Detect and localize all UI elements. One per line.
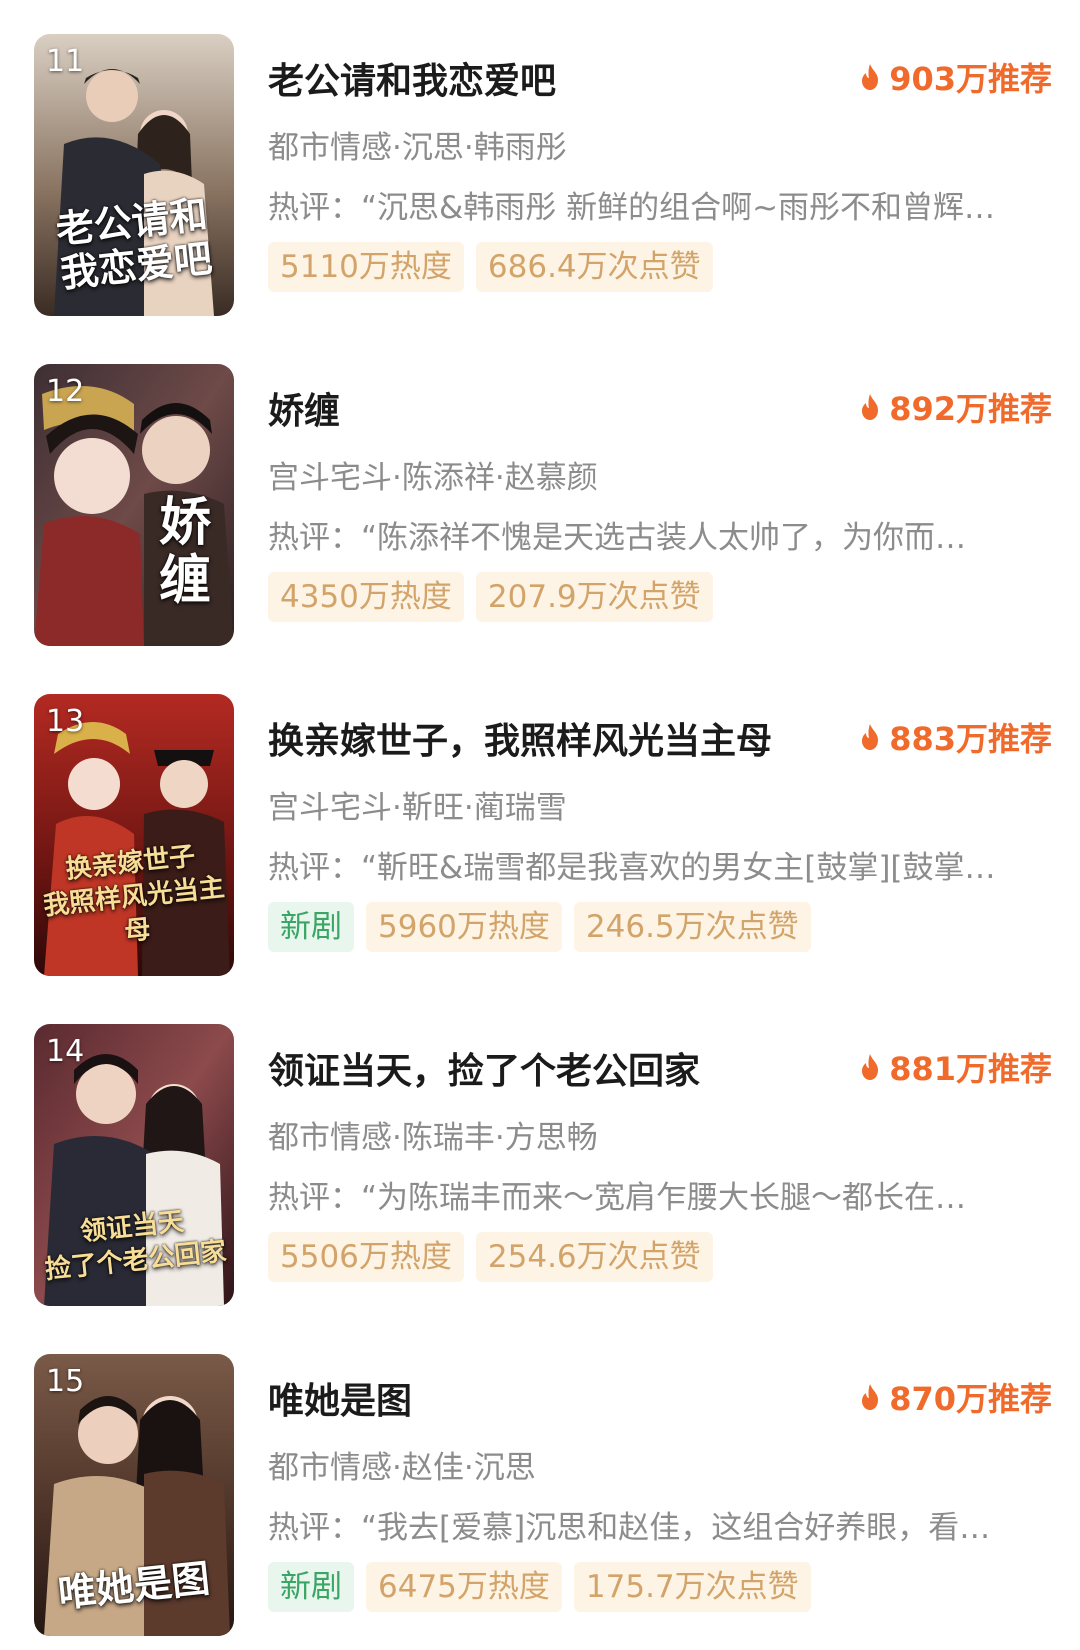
fire-icon: [862, 64, 879, 90]
poster-title-art: 换亲嫁世子 我照样风光当主母: [41, 841, 227, 948]
tag-row: 新剧 6475万热度 175.7万次点赞: [268, 1562, 811, 1612]
heat-badge: 5960万热度: [366, 902, 562, 952]
recommend-label: 883万推荐: [889, 720, 1052, 758]
rank-number: 13: [46, 704, 85, 739]
rank-number: 11: [46, 44, 85, 79]
likes-badge: 175.7万次点赞: [573, 1562, 811, 1612]
fire-icon: [862, 1384, 879, 1410]
rank-number: 15: [46, 1364, 85, 1399]
fire-icon: [862, 1054, 879, 1080]
hot-comment: 热评：“我去[爱慕]沉思和赵佳，这组合好养眼，看…: [268, 1510, 991, 1546]
list-item[interactable]: 12 娇 缠 娇缠 892万推荐 宫斗宅斗·陈添祥·赵慕颜 热评：“陈添祥不愧是…: [0, 360, 1080, 660]
tag-row: 5506万热度 254.6万次点赞: [268, 1232, 713, 1282]
list-item[interactable]: 13 换亲嫁世子 我照样风光当主母 换亲嫁世子，我照样风光当主母 883万推荐 …: [0, 690, 1080, 990]
genre-cast: 宫斗宅斗·靳旺·蔺瑞雪: [268, 790, 567, 826]
genre-cast: 都市情感·陈瑞丰·方思畅: [268, 1120, 598, 1156]
tag-row: 新剧 5960万热度 246.5万次点赞: [268, 902, 811, 952]
drama-title[interactable]: 娇缠: [268, 382, 340, 434]
recommend-count: 892万推荐: [859, 384, 1052, 430]
recommend-count: 883万推荐: [859, 714, 1052, 760]
likes-badge: 254.6万次点赞: [475, 1232, 713, 1282]
drama-ranking-list: 11 老公请和 我恋爱吧 老公请和我恋爱吧 903万推荐 都市情感·沉思·韩雨彤…: [0, 0, 1080, 1644]
rank-number: 12: [46, 374, 85, 409]
likes-badge: 207.9万次点赞: [475, 572, 713, 622]
genre-cast: 都市情感·沉思·韩雨彤: [268, 130, 567, 166]
recommend-label: 892万推荐: [889, 390, 1052, 428]
likes-badge: 686.4万次点赞: [475, 242, 713, 292]
recommend-count: 870万推荐: [859, 1374, 1052, 1420]
drama-title[interactable]: 老公请和我恋爱吧: [268, 52, 556, 104]
recommend-label: 903万推荐: [889, 60, 1052, 98]
hot-comment: 热评：“陈添祥不愧是天选古装人太帅了，为你而…: [268, 520, 967, 556]
list-item[interactable]: 14 领证当天 捡了个老公回家 领证当天，捡了个老公回家 881万推荐 都市情感…: [0, 1020, 1080, 1320]
genre-cast: 宫斗宅斗·陈添祥·赵慕颜: [268, 460, 598, 496]
recommend-label: 881万推荐: [889, 1050, 1052, 1088]
likes-badge: 246.5万次点赞: [573, 902, 811, 952]
poster-thumbnail[interactable]: 11 老公请和 我恋爱吧: [34, 34, 234, 316]
tag-row: 5110万热度 686.4万次点赞: [268, 242, 713, 292]
drama-title[interactable]: 唯她是图: [268, 1372, 412, 1424]
genre-cast: 都市情感·赵佳·沉思: [268, 1450, 536, 1486]
drama-title[interactable]: 换亲嫁世子，我照样风光当主母: [268, 712, 772, 764]
poster-thumbnail[interactable]: 14 领证当天 捡了个老公回家: [34, 1024, 234, 1306]
list-item[interactable]: 11 老公请和 我恋爱吧 老公请和我恋爱吧 903万推荐 都市情感·沉思·韩雨彤…: [0, 30, 1080, 330]
poster-thumbnail[interactable]: 15 唯她是图: [34, 1354, 234, 1636]
poster-thumbnail[interactable]: 13 换亲嫁世子 我照样风光当主母: [34, 694, 234, 976]
recommend-count: 881万推荐: [859, 1044, 1052, 1090]
poster-thumbnail[interactable]: 12 娇 缠: [34, 364, 234, 646]
rank-number: 14: [46, 1034, 85, 1069]
poster-title-art: 娇 缠: [158, 492, 211, 611]
hot-comment: 热评：“沉思&韩雨彤 新鲜的组合啊~雨彤不和曾辉…: [268, 190, 996, 226]
heat-badge: 5110万热度: [268, 242, 464, 292]
recommend-count: 903万推荐: [859, 54, 1052, 100]
new-drama-badge: 新剧: [268, 1562, 354, 1612]
recommend-label: 870万推荐: [889, 1380, 1052, 1418]
tag-row: 4350万热度 207.9万次点赞: [268, 572, 713, 622]
hot-comment: 热评：“为陈瑞丰而来～宽肩乍腰大长腿～都长在…: [268, 1180, 967, 1216]
fire-icon: [862, 724, 879, 750]
heat-badge: 6475万热度: [366, 1562, 562, 1612]
hot-comment: 热评：“靳旺&瑞雪都是我喜欢的男女主[鼓掌][鼓掌…: [268, 850, 996, 886]
new-drama-badge: 新剧: [268, 902, 354, 952]
heat-badge: 4350万热度: [268, 572, 464, 622]
heat-badge: 5506万热度: [268, 1232, 464, 1282]
fire-icon: [862, 394, 879, 420]
drama-title[interactable]: 领证当天，捡了个老公回家: [268, 1042, 700, 1094]
list-item[interactable]: 15 唯她是图 唯她是图 870万推荐 都市情感·赵佳·沉思 热评：“我去[爱慕…: [0, 1350, 1080, 1650]
